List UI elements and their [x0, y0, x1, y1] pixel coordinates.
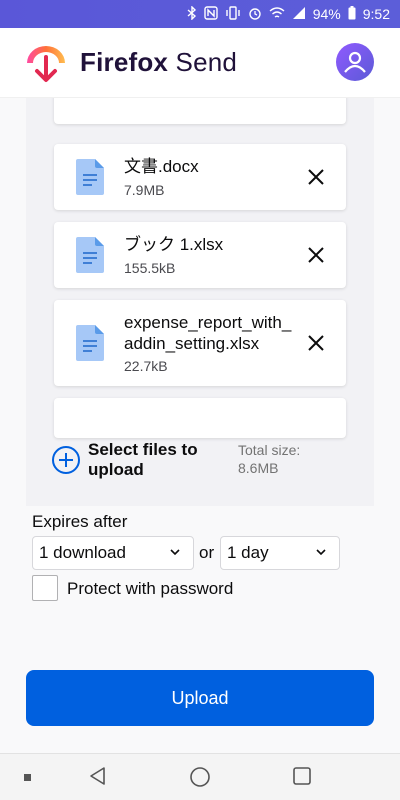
close-icon — [308, 247, 324, 263]
document-icon — [76, 325, 104, 361]
back-icon[interactable] — [88, 766, 108, 786]
file-card: expense_report_with_addin_setting.xlsx 2… — [54, 300, 346, 386]
app-title-bold: Firefox — [80, 47, 169, 77]
document-icon — [76, 237, 104, 273]
total-size-value: 8.6MB — [238, 460, 279, 476]
signal-icon — [292, 6, 306, 22]
remove-file-button[interactable] — [304, 243, 328, 267]
vibrate-icon — [225, 6, 241, 22]
file-size: 7.9MB — [124, 182, 165, 198]
battery-percent: 94% — [312, 6, 341, 22]
battery-icon — [348, 6, 356, 22]
remove-file-button[interactable] — [304, 165, 328, 189]
add-files-button[interactable] — [52, 446, 80, 474]
nfc-icon — [204, 6, 218, 22]
password-label[interactable]: Protect with password — [67, 579, 233, 599]
select-files-label[interactable]: Select files to upload — [88, 440, 218, 480]
file-name: 文書.docx — [124, 157, 199, 176]
file-card-partial — [54, 398, 346, 438]
status-bar: 94% 9:52 — [0, 0, 400, 28]
upload-button[interactable]: Upload — [26, 670, 374, 726]
or-label: or — [199, 543, 215, 562]
app-title-light: Send — [175, 47, 238, 77]
time-limit-select[interactable]: 1 day — [220, 536, 340, 570]
select-files-row: Select files to upload Total size: 8.6MB — [26, 438, 374, 482]
password-checkbox[interactable] — [32, 575, 58, 601]
chevron-down-icon — [316, 549, 326, 556]
plus-icon — [59, 453, 73, 467]
file-card-partial — [54, 98, 346, 124]
expires-label: Expires after — [32, 512, 128, 531]
time-limit-value: 1 day — [227, 543, 269, 562]
close-icon — [308, 169, 324, 185]
firefox-send-logo — [27, 45, 65, 82]
recents-icon[interactable] — [292, 766, 312, 786]
alarm-icon — [248, 6, 262, 22]
user-avatar-icon[interactable] — [336, 43, 374, 81]
file-name: expense_report_with_addin_setting.xlsx — [124, 313, 292, 353]
chevron-down-icon — [170, 549, 180, 556]
app-header: Firefox Send — [0, 28, 400, 98]
system-nav-bar — [0, 753, 400, 800]
total-size-label: Total size: — [238, 442, 301, 458]
download-limit-select[interactable]: 1 download — [32, 536, 194, 570]
document-icon — [76, 159, 104, 195]
clock: 9:52 — [362, 6, 390, 22]
square-dot-icon[interactable] — [24, 774, 32, 782]
download-limit-value: 1 download — [39, 543, 126, 562]
app-title: Firefox Send — [80, 47, 237, 78]
home-icon[interactable] — [189, 766, 211, 788]
file-card: ブック 1.xlsx 155.5kB — [54, 222, 346, 288]
wifi-icon — [269, 6, 285, 22]
file-card: 文書.docx 7.9MB — [54, 144, 346, 210]
bluetooth-icon — [187, 5, 197, 22]
remove-file-button[interactable] — [304, 331, 328, 355]
close-icon — [308, 335, 324, 351]
file-size: 22.7kB — [124, 358, 168, 374]
file-name: ブック 1.xlsx — [124, 235, 224, 254]
file-size: 155.5kB — [124, 260, 176, 276]
